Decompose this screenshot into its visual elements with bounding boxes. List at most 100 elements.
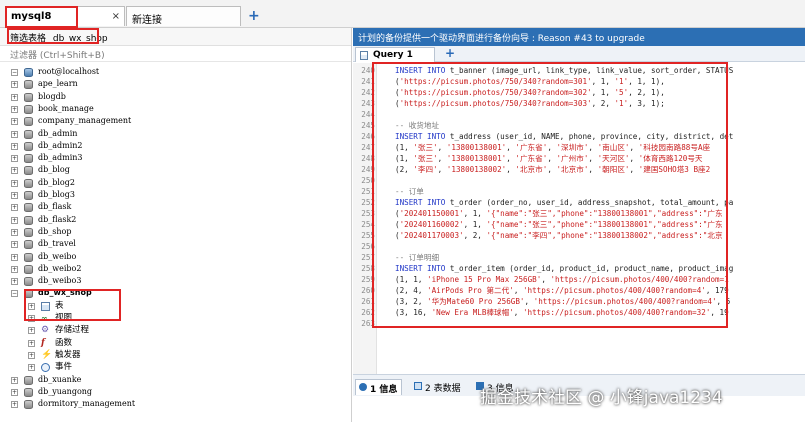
tree-item-db_flask2[interactable]: + db_flask2 bbox=[0, 214, 351, 226]
tab-query-1[interactable]: Query 1 bbox=[355, 47, 435, 62]
tree-item-func[interactable]: + f 函数 bbox=[0, 337, 351, 349]
tree-item-db_travel[interactable]: + db_travel bbox=[0, 238, 351, 250]
tab-new-connection[interactable]: 新连接 bbox=[126, 6, 241, 26]
expand-icon[interactable]: + bbox=[11, 241, 18, 249]
expand-icon[interactable]: + bbox=[11, 265, 18, 273]
tree-item-db_blog[interactable]: + db_blog bbox=[0, 164, 351, 176]
expand-icon[interactable]: + bbox=[11, 278, 18, 286]
tab-result-info[interactable]: 1 信息 bbox=[355, 379, 403, 395]
code-token-plain: , bbox=[437, 154, 447, 163]
tab-mysql8[interactable]: mysql8 × bbox=[5, 6, 125, 26]
tree-item-label: db_xuanke bbox=[38, 374, 82, 384]
code-token-str: '广东省' bbox=[515, 154, 548, 163]
tab-result-table-data-label: 2 表数据 bbox=[425, 384, 461, 394]
expand-icon[interactable]: + bbox=[28, 339, 35, 347]
tree-item-db_yuangong[interactable]: + db_yuangong bbox=[0, 386, 351, 398]
code-token-cmt: -- 订单明细 bbox=[395, 253, 440, 262]
expand-icon[interactable]: + bbox=[11, 401, 18, 409]
add-query-icon[interactable]: + bbox=[445, 46, 455, 60]
tree-item-db_wx_shop[interactable]: − db_wx_shop bbox=[0, 287, 351, 299]
collapse-icon[interactable]: − bbox=[11, 290, 18, 298]
tree-item-db_weibo2[interactable]: + db_weibo2 bbox=[0, 263, 351, 275]
tree-item-table[interactable]: + 表 bbox=[0, 300, 351, 312]
add-connection-icon[interactable]: + bbox=[248, 8, 260, 24]
tree-item-dormitory_management[interactable]: + dormitory_management bbox=[0, 398, 351, 410]
filter-input[interactable]: 过滤器 (Ctrl+Shift+B) bbox=[0, 47, 351, 62]
expand-icon[interactable]: + bbox=[11, 118, 18, 126]
tree-item-db_shop[interactable]: + db_shop bbox=[0, 226, 351, 238]
tree-item-label: db_weibo3 bbox=[38, 276, 82, 286]
expand-icon[interactable]: + bbox=[11, 93, 18, 101]
expand-icon[interactable]: + bbox=[11, 167, 18, 175]
expand-icon[interactable]: + bbox=[28, 364, 35, 372]
expand-icon[interactable]: + bbox=[28, 327, 35, 335]
code-token-str: 'https://picsum.photos/750/340?random=30… bbox=[399, 77, 592, 86]
code-token-cmt: -- 订单 bbox=[395, 187, 424, 196]
code-line: 263 bbox=[353, 318, 805, 329]
database-icon bbox=[24, 191, 33, 200]
collapse-icon[interactable]: − bbox=[11, 69, 18, 76]
tree-item-db_xuanke[interactable]: + db_xuanke bbox=[0, 374, 351, 386]
expand-icon[interactable]: + bbox=[11, 130, 18, 138]
code-token-str: 'iPhone 15 Pro Max 256GB' bbox=[427, 275, 542, 284]
table-icon bbox=[41, 301, 50, 311]
code-token-plain: , bbox=[629, 143, 639, 152]
tree-item-db_admin3[interactable]: + db_admin3 bbox=[0, 152, 351, 164]
event-icon bbox=[41, 363, 50, 373]
expand-icon[interactable]: + bbox=[11, 204, 18, 212]
code-token-kw: INSERT INTO bbox=[395, 198, 450, 207]
tree-item-company_management[interactable]: + company_management bbox=[0, 115, 351, 127]
database-icon bbox=[24, 178, 33, 188]
database-icon bbox=[24, 277, 33, 287]
tree-item-label: db_weibo2 bbox=[38, 263, 82, 273]
expand-icon[interactable]: + bbox=[11, 105, 18, 113]
tree-item-db_blog2[interactable]: + db_blog2 bbox=[0, 177, 351, 189]
expand-icon[interactable]: + bbox=[11, 192, 18, 199]
expand-icon[interactable]: + bbox=[28, 351, 35, 359]
line-number: 242 bbox=[361, 88, 375, 97]
code-token-str: '5' bbox=[614, 88, 629, 97]
tree-item-label: 表 bbox=[55, 300, 64, 311]
tree-item-proc[interactable]: + ⚙ 存储过程 bbox=[0, 324, 351, 336]
object-browser: 筛选表格 db_wx_shop 过滤器 (Ctrl+Shift+B) − root… bbox=[0, 28, 352, 422]
database-icon bbox=[24, 289, 33, 299]
tab-result-table-data[interactable]: 2 表数据 bbox=[411, 379, 465, 395]
code-token-str: '202401170003' bbox=[399, 231, 464, 240]
expand-icon[interactable]: + bbox=[28, 302, 35, 310]
tree-item-db_blog3[interactable]: + db_blog3 bbox=[0, 189, 351, 201]
tree-item-event[interactable]: + 事件 bbox=[0, 361, 351, 373]
code-token-str: 'https://picsum.photos/400/400?random=4' bbox=[533, 297, 717, 306]
expand-icon[interactable]: + bbox=[11, 388, 18, 396]
tree-item-db_admin[interactable]: + db_admin bbox=[0, 128, 351, 140]
close-icon[interactable]: × bbox=[112, 11, 120, 22]
tree-item-label: 触发器 bbox=[55, 349, 81, 360]
upgrade-info-bar[interactable]: 计划的备份提供一个驱动界面进行备份向导 : Reason #43 to upgr… bbox=[353, 28, 805, 46]
expand-icon[interactable]: + bbox=[11, 142, 18, 150]
code-token-str: '张三' bbox=[413, 154, 438, 163]
expand-icon[interactable]: + bbox=[11, 376, 18, 384]
tree-item-db_weibo3[interactable]: + db_weibo3 bbox=[0, 275, 351, 287]
tree-item-db_admin2[interactable]: + db_admin2 bbox=[0, 140, 351, 152]
expand-icon[interactable]: + bbox=[11, 253, 18, 261]
tree-item-trig[interactable]: + ⚡ 触发器 bbox=[0, 349, 351, 361]
code-token-str: '13800138002' bbox=[446, 165, 507, 174]
expand-icon[interactable]: + bbox=[11, 155, 18, 163]
expand-icon[interactable]: + bbox=[11, 228, 18, 236]
tree-item-blogdb[interactable]: + blogdb bbox=[0, 91, 351, 103]
code-token-plain: , 179 bbox=[705, 286, 729, 295]
expand-icon[interactable]: + bbox=[11, 179, 18, 187]
tree-item-view[interactable]: + ∞ 视图 bbox=[0, 312, 351, 324]
expand-icon[interactable]: + bbox=[28, 315, 35, 322]
tree-item-db_weibo[interactable]: + db_weibo bbox=[0, 251, 351, 263]
expand-icon[interactable]: + bbox=[11, 216, 18, 224]
tree-item-book_manage[interactable]: + book_manage bbox=[0, 103, 351, 115]
tree-item-root@localhost[interactable]: − root@localhost bbox=[0, 66, 351, 78]
code-token-str: '广东省' bbox=[515, 143, 548, 152]
code-text: (3, 16, 'New Era MLB棒球帽', 'https://picsu… bbox=[395, 307, 729, 318]
code-line: 240 INSERT INTO t_banner (image_url, link… bbox=[353, 65, 805, 76]
tree-item-ape_learn[interactable]: + ape_learn bbox=[0, 78, 351, 90]
tree-item-db_flask[interactable]: + db_flask bbox=[0, 201, 351, 213]
sql-editor[interactable]: 240 INSERT INTO t_banner (image_url, link… bbox=[353, 63, 805, 374]
filter-tables-row[interactable]: 筛选表格 db_wx_shop bbox=[0, 28, 351, 46]
expand-icon[interactable]: + bbox=[11, 81, 18, 89]
